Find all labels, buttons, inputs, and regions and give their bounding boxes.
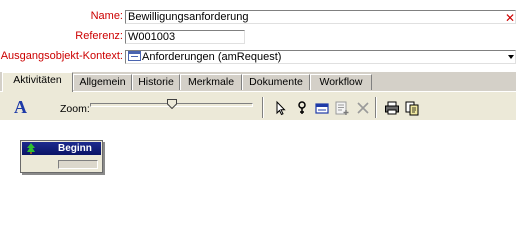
tab-label: Workflow <box>319 76 363 88</box>
tab-merkmale[interactable]: Merkmale <box>180 74 242 90</box>
name-field[interactable]: Bewilligungsanforderung ✕ <box>125 10 516 24</box>
node-header: Beginn <box>22 142 101 155</box>
tab-aktivitaeten[interactable]: Aktivitäten <box>2 72 73 92</box>
font-icon[interactable]: A <box>14 97 27 118</box>
start-tree-icon <box>27 143 35 154</box>
chevron-down-icon[interactable] <box>508 55 514 59</box>
context-label: Ausgangsobjekt-Kontext: <box>0 50 123 62</box>
select-arrow-icon[interactable] <box>273 100 289 116</box>
tab-dokumente[interactable]: Dokumente <box>242 74 310 90</box>
node-output-port[interactable] <box>58 160 98 169</box>
tab-label: Merkmale <box>187 76 235 88</box>
tab-workflow[interactable]: Workflow <box>310 74 372 90</box>
copy-icon[interactable] <box>404 100 420 116</box>
workflow-node-start[interactable]: Beginn <box>20 140 103 173</box>
name-value: Bewilligungsanforderung <box>128 11 249 23</box>
toolbar-separator <box>375 97 377 118</box>
table-icon <box>128 51 141 61</box>
tab-label: Historie <box>138 76 174 88</box>
tab-allgemein[interactable]: Allgemein <box>73 74 132 90</box>
link-icon[interactable] <box>294 100 310 116</box>
tab-historie[interactable]: Historie <box>132 74 180 90</box>
context-dropdown[interactable]: Anforderungen (amRequest) <box>125 50 516 64</box>
rectangle-icon[interactable] <box>314 100 330 116</box>
reference-field[interactable]: W001003 <box>125 30 245 44</box>
delete-icon[interactable] <box>355 100 371 116</box>
add-activity-icon[interactable] <box>334 100 350 116</box>
context-value: Anforderungen (amRequest) <box>142 51 282 63</box>
clear-icon[interactable]: ✕ <box>505 12 515 24</box>
tab-label: Dokumente <box>249 76 303 88</box>
zoom-label: Zoom: <box>60 103 90 115</box>
tab-label: Allgemein <box>79 76 126 88</box>
tab-label: Aktivitäten <box>13 74 62 86</box>
print-icon[interactable] <box>384 100 400 116</box>
toolbar-separator <box>262 97 264 118</box>
node-title: Beginn <box>58 143 92 154</box>
zoom-slider-thumb[interactable] <box>166 99 177 109</box>
reference-label: Referenz: <box>75 30 123 42</box>
name-label: Name: <box>90 10 123 22</box>
reference-value: W001003 <box>128 31 176 43</box>
